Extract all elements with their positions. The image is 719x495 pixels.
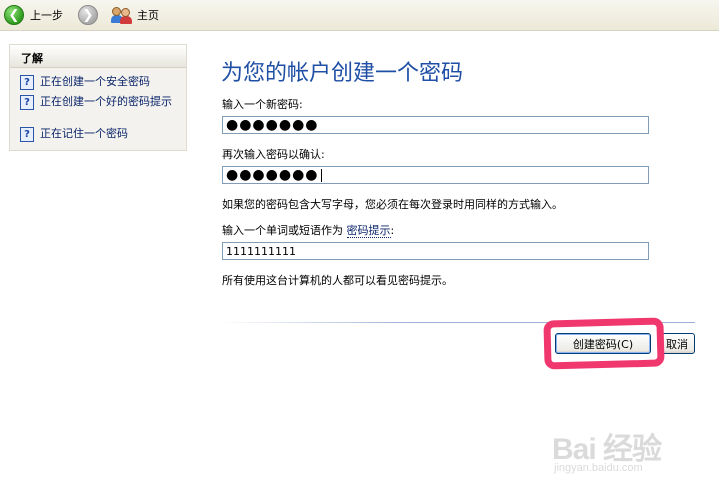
cancel-button[interactable]: 取消 bbox=[659, 333, 695, 354]
learn-item-label: 正在记住一个密码 bbox=[40, 127, 128, 140]
learn-item-remember-password[interactable]: ? 正在记住一个密码 bbox=[20, 127, 180, 142]
confirm-password-value: ●●●●●●● bbox=[226, 167, 319, 183]
confirm-password-label: 再次输入密码以确认: bbox=[222, 148, 325, 161]
learn-item-secure-password[interactable]: ? 正在创建一个安全密码 bbox=[20, 75, 180, 90]
hint-visibility-note: 所有使用这台计算机的人都可以看见密码提示。 bbox=[222, 274, 453, 287]
password-hint-link[interactable]: 密码提示 bbox=[346, 224, 391, 238]
password-hint-value: 1111111111 bbox=[226, 244, 296, 258]
new-password-value: ●●●●●●● bbox=[226, 117, 319, 133]
password-hint-field[interactable]: 1111111111 bbox=[222, 242, 649, 260]
hint-label-prefix: 输入一个单词或短语作为 bbox=[222, 224, 343, 237]
help-icon: ? bbox=[20, 127, 34, 142]
confirm-password-field[interactable]: ●●●●●●● bbox=[222, 166, 649, 184]
divider bbox=[220, 322, 695, 323]
password-hint-label: 输入一个单词或短语作为 密码提示: bbox=[222, 222, 394, 238]
learn-panel-header: 了解 bbox=[10, 45, 186, 68]
forward-button[interactable]: ❯ bbox=[78, 4, 98, 26]
learn-item-good-hint[interactable]: ? 正在创建一个好的密码提示 bbox=[20, 95, 174, 110]
page-title: 为您的帐户创建一个密码 bbox=[221, 61, 464, 86]
case-sensitivity-note: 如果您的密码包含大写字母，您必须在每次登录时用同样的方式输入。 bbox=[222, 198, 563, 211]
learn-item-label: 正在创建一个好的密码提示 bbox=[40, 95, 172, 108]
back-button[interactable]: ❮ 上一步 bbox=[4, 4, 63, 26]
watermark-url: jingyan.baidu.com bbox=[554, 462, 643, 474]
hint-label-suffix: : bbox=[390, 224, 395, 237]
home-button[interactable]: 主页 bbox=[111, 4, 159, 26]
create-password-button[interactable]: 创建密码(C) bbox=[555, 333, 651, 354]
baidu-jingyan-watermark: Bai 经验 jingyan.baidu.com bbox=[548, 424, 708, 484]
navigation-toolbar: ❮ 上一步 ❯ 主页 bbox=[0, 0, 719, 31]
learn-about-panel: 了解 ? 正在创建一个安全密码 ? 正在创建一个好的密码提示 ? 正在记住一个密… bbox=[9, 44, 187, 151]
home-label: 主页 bbox=[137, 9, 159, 22]
back-arrow-icon: ❮ bbox=[4, 5, 24, 25]
user-accounts-icon bbox=[111, 5, 133, 25]
learn-item-label: 正在创建一个安全密码 bbox=[40, 75, 150, 88]
forward-arrow-icon: ❯ bbox=[78, 5, 98, 25]
help-icon: ? bbox=[20, 75, 34, 90]
new-password-label: 输入一个新密码: bbox=[222, 98, 303, 111]
text-caret bbox=[320, 168, 322, 182]
help-icon: ? bbox=[20, 95, 34, 110]
new-password-field[interactable]: ●●●●●●● bbox=[222, 116, 649, 134]
back-label: 上一步 bbox=[30, 9, 63, 22]
